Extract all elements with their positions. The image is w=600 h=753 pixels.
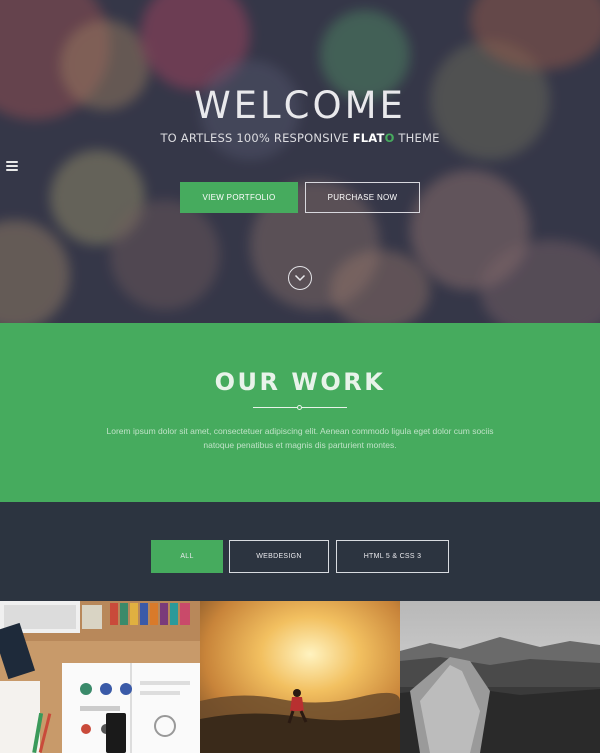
hero-subtitle: TO ARTLESS 100% RESPONSIVE FLATO THEME bbox=[160, 131, 440, 145]
portfolio-item-sunset[interactable] bbox=[200, 601, 400, 753]
portfolio-filters: ALL WEBDESIGN HTML 5 & CSS 3 bbox=[0, 502, 600, 601]
section-description: Lorem ipsum dolor sit amet, consectetuer… bbox=[106, 426, 494, 450]
mountains-image bbox=[400, 601, 600, 753]
hero-section: WELCOME TO ARTLESS 100% RESPONSIVE FLATO… bbox=[0, 0, 600, 323]
purchase-now-button[interactable]: PURCHASE NOW bbox=[305, 182, 420, 213]
hamburger-menu-icon[interactable] bbox=[6, 161, 18, 173]
portfolio-grid bbox=[0, 601, 600, 753]
hero-title: WELCOME bbox=[194, 84, 406, 127]
title-divider bbox=[253, 405, 347, 410]
portfolio-item-desk[interactable] bbox=[0, 601, 200, 753]
desk-image bbox=[0, 601, 200, 753]
section-title: OUR WORK bbox=[214, 368, 386, 396]
portfolio-item-mountains[interactable] bbox=[400, 601, 600, 753]
filter-webdesign-button[interactable]: WEBDESIGN bbox=[229, 540, 329, 573]
view-portfolio-button[interactable]: VIEW PORTFOLIO bbox=[180, 182, 298, 213]
chevron-down-icon bbox=[294, 274, 306, 282]
our-work-section: OUR WORK Lorem ipsum dolor sit amet, con… bbox=[0, 323, 600, 502]
sunset-image bbox=[200, 601, 400, 753]
scroll-down-button[interactable] bbox=[288, 266, 312, 290]
filter-all-button[interactable]: ALL bbox=[151, 540, 223, 573]
filter-html-css-button[interactable]: HTML 5 & CSS 3 bbox=[336, 540, 449, 573]
